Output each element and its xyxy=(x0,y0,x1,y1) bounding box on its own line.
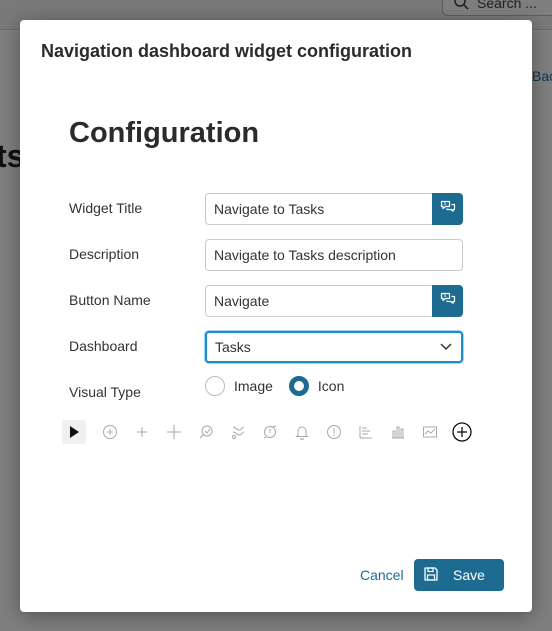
plus-small-icon[interactable] xyxy=(126,420,158,444)
widget-title-label: Widget Title xyxy=(69,200,143,216)
radio-image[interactable] xyxy=(205,376,225,396)
column-chart-icon[interactable] xyxy=(382,420,414,444)
radio-image-label: Image xyxy=(234,378,273,394)
widget-title-input[interactable]: Navigate to Tasks xyxy=(205,193,433,225)
save-label: Save xyxy=(453,567,485,583)
process-icon[interactable] xyxy=(190,420,222,444)
exclamation-circle-icon[interactable] xyxy=(318,420,350,444)
button-name-translate-button[interactable]: A xyxy=(432,285,463,317)
config-heading: Configuration xyxy=(69,117,260,149)
bell-icon[interactable] xyxy=(286,420,318,444)
play-icon[interactable] xyxy=(62,420,86,444)
bar-chart-horizontal-icon[interactable] xyxy=(350,420,382,444)
alert-icon[interactable] xyxy=(254,420,286,444)
description-input[interactable]: Navigate to Tasks description xyxy=(205,239,463,271)
translate-icon: A xyxy=(440,291,456,312)
save-button[interactable]: Save xyxy=(414,559,504,591)
button-name-input[interactable]: Navigate xyxy=(205,285,433,317)
visual-type-label: Visual Type xyxy=(69,384,141,400)
dashboard-select[interactable]: Tasks xyxy=(205,331,463,363)
line-chart-icon[interactable] xyxy=(414,420,446,444)
button-name-label: Button Name xyxy=(69,292,151,308)
chevron-down-icon xyxy=(439,339,453,356)
widget-config-dialog: Navigation dashboard widget configuratio… xyxy=(20,20,532,612)
translate-icon: A xyxy=(440,199,456,220)
radio-option-icon[interactable]: Icon xyxy=(288,376,345,396)
description-label: Description xyxy=(69,246,140,262)
dialog-title: Navigation dashboard widget configuratio… xyxy=(41,41,413,61)
plus-icon[interactable] xyxy=(158,420,190,444)
radio-icon[interactable] xyxy=(288,376,309,396)
dashboard-label: Dashboard xyxy=(69,338,138,354)
plus-circle-icon[interactable] xyxy=(446,420,478,444)
process-alt-icon[interactable] xyxy=(222,420,254,444)
widget-title-translate-button[interactable]: A xyxy=(432,193,463,225)
cancel-button[interactable]: Cancel xyxy=(360,567,404,583)
dashboard-selected-value: Tasks xyxy=(215,339,251,355)
save-icon xyxy=(423,566,439,585)
icon-palette xyxy=(62,420,478,444)
radio-option-image[interactable]: Image xyxy=(205,376,273,396)
add-circle-icon[interactable] xyxy=(94,420,126,444)
visual-type-radio-group: Image Icon xyxy=(205,376,344,396)
radio-icon-label: Icon xyxy=(317,378,345,394)
